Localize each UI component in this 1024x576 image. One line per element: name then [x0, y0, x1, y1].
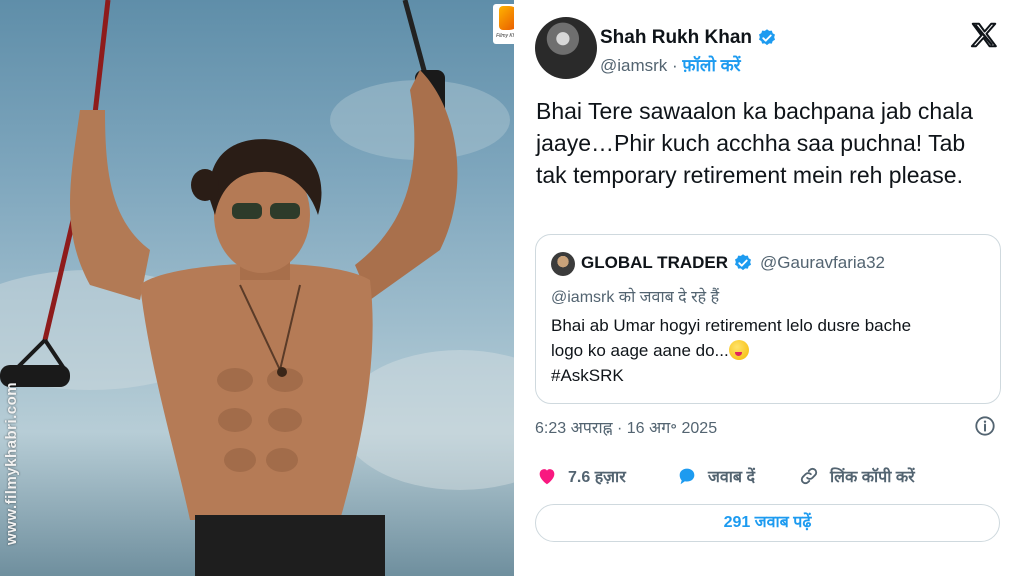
quoted-avatar: [551, 252, 575, 276]
quoted-author-name: GLOBAL TRADER: [581, 253, 729, 272]
avatar[interactable]: [535, 17, 597, 79]
author-name[interactable]: Shah Rukh Khan: [600, 27, 752, 49]
heart-icon: [539, 469, 555, 485]
info-icon[interactable]: [974, 415, 996, 437]
replying-to-text: @iamsrk को जवाब दे रहे हैं: [551, 289, 720, 306]
like-button[interactable]: 7.6 हज़ार: [536, 465, 626, 487]
verified-badge-icon: [735, 254, 752, 271]
quoted-line-2: logo ko aage aane do...: [551, 341, 729, 360]
follow-button[interactable]: फ़ॉलो करें: [682, 56, 740, 75]
hashtag[interactable]: #AskSRK: [551, 363, 981, 388]
reply-label: जवाब दें: [708, 469, 755, 486]
quoted-handle: @Gauravfaria32: [760, 253, 886, 272]
tweet-card: Shah Rukh Khan @iamsrk · फ़ॉलो करें Bhai…: [514, 0, 1024, 576]
quoted-line-2-wrap: logo ko aage aane do...: [551, 338, 981, 363]
separator: ·: [667, 56, 683, 75]
link-icon: [800, 467, 818, 485]
quoted-author-row: GLOBAL TRADER @Gauravfaria32: [581, 253, 885, 273]
author-handle[interactable]: @iamsrk: [600, 56, 667, 75]
srk-photo: www.filmykhabri.com: [0, 0, 514, 576]
timestamp[interactable]: 6:23 अपराह्न · 16 अग॰ 2025: [535, 416, 717, 438]
quoted-tweet[interactable]: GLOBAL TRADER @Gauravfaria32 @iamsrk को …: [535, 234, 1001, 404]
action-bar: 7.6 हज़ार जवाब दें लिंक कॉपी करें: [536, 465, 1006, 493]
read-replies-button[interactable]: 291 जवाब पढ़ें: [535, 504, 1000, 542]
copy-link-button[interactable]: लिंक कॉपी करें: [798, 465, 915, 487]
reply-bubble-icon: [679, 468, 695, 485]
photo-illustration: [0, 0, 514, 576]
x-logo-icon[interactable]: [969, 20, 999, 50]
copy-link-label: लिंक कॉपी करें: [830, 469, 915, 486]
reply-button[interactable]: जवाब दें: [676, 465, 755, 487]
quoted-line-1: Bhai ab Umar hogyi retirement lelo dusre…: [551, 316, 912, 335]
handle-row: @iamsrk · फ़ॉलो करें: [600, 53, 741, 76]
quoted-body: Bhai ab Umar hogyi retirement lelo dusre…: [551, 313, 981, 388]
like-count: 7.6 हज़ार: [568, 469, 626, 486]
tweet-text: Bhai Tere sawaalon ka bachpana jab chala…: [536, 98, 973, 188]
verified-badge-icon: [759, 29, 776, 46]
watermark-text: www.filmykhabri.com: [3, 381, 20, 545]
author-row: Shah Rukh Khan: [600, 27, 777, 49]
zany-face-emoji-icon: [728, 340, 749, 360]
